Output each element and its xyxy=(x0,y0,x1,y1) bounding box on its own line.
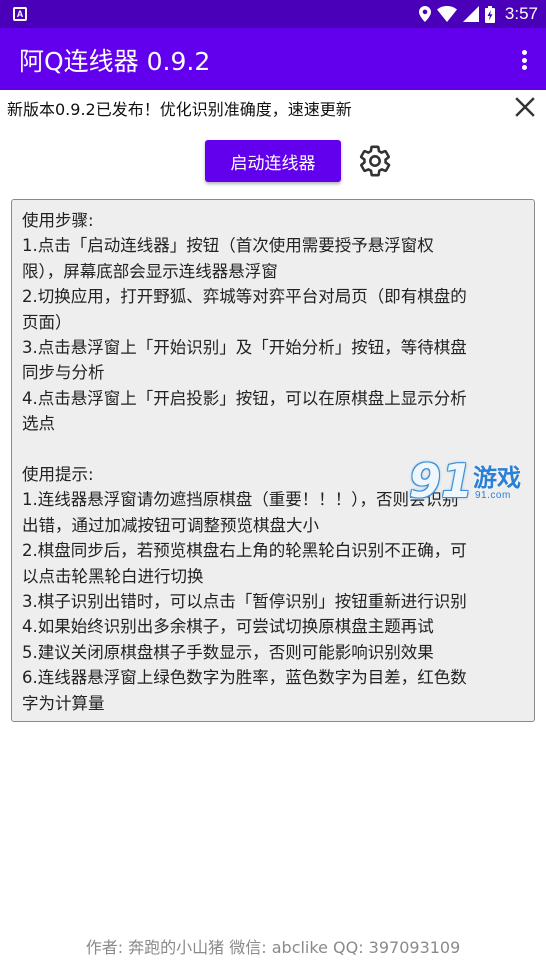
instruction-line: 2.棋盘同步后，若预览棋盘右上角的轮黑轮白识别不正确，可 xyxy=(22,541,467,561)
location-icon xyxy=(418,6,431,22)
instruction-line: 6.连线器悬浮窗上绿色数字为胜率，蓝色数字为目差，红色数 xyxy=(22,668,467,688)
wifi-icon xyxy=(436,6,457,22)
instruction-line: 限），屏幕底部会显示连线器悬浮窗 xyxy=(22,261,278,281)
update-notice-text: 新版本0.9.2已发布！优化识别准确度，速速更新 xyxy=(7,100,352,119)
gear-icon[interactable] xyxy=(358,144,392,178)
instruction-blank-line xyxy=(22,437,522,462)
instruction-line: 出错，通过加减按钮可调整预览棋盘大小 xyxy=(22,515,319,535)
status-time: 3:57 xyxy=(504,4,538,23)
instruction-line: 3.棋子识别出错时，可以点击「暂停识别」按钮重新进行识别 xyxy=(22,592,467,612)
instruction-line: 3.点击悬浮窗上「开始识别」及「开始分析」按钮，等待棋盘 xyxy=(22,338,467,358)
start-connector-button[interactable]: 启动连线器 xyxy=(205,140,341,182)
app-bar: 阿Q连线器 0.9.2 xyxy=(0,28,546,90)
instruction-line: 4.点击悬浮窗上「开启投影」按钮，可以在原棋盘上显示分析 xyxy=(22,388,467,408)
instruction-line: 4.如果始终识别出多余棋子，可尝试切换原棋盘主题再试 xyxy=(22,617,434,637)
instruction-line: 以点击轮黑轮白进行切换 xyxy=(22,566,204,586)
battery-charging-icon xyxy=(484,5,495,23)
app-notification-icon: A xyxy=(13,7,27,21)
instruction-line: 2.切换应用，打开野狐、弈城等对弈平台对局页（即有棋盘的 xyxy=(22,287,467,307)
instruction-line: 同步与分析 xyxy=(22,363,105,383)
signal-icon xyxy=(462,6,479,22)
instruction-line: 使用提示: xyxy=(22,465,94,485)
instruction-line: 1.点击「启动连线器」按钮（首次使用需要授予悬浮窗权 xyxy=(22,236,434,256)
instructions-panel: 使用步骤: 1.点击「启动连线器」按钮（首次使用需要授予悬浮窗权 限），屏幕底部… xyxy=(11,199,535,722)
instruction-line: 字为计算量 xyxy=(22,693,105,713)
instruction-line: 使用步骤: xyxy=(22,211,94,230)
instruction-line: 选点 xyxy=(22,414,55,434)
app-title: 阿Q连线器 0.9.2 xyxy=(19,47,211,76)
author-footer: 作者: 奔跑的小山猪 微信: abclike QQ: 397093109 xyxy=(85,938,461,957)
instruction-line: 5.建议关闭原棋盘棋子手数显示，否则可能影响识别效果 xyxy=(22,642,434,662)
status-bar: A 3:57 xyxy=(0,0,546,28)
status-icons: 3:57 xyxy=(418,0,538,28)
close-icon[interactable] xyxy=(514,96,536,118)
instruction-line: 1.连线器悬浮窗请勿遮挡原棋盘（重要！！！），否则会识别 xyxy=(22,490,459,510)
instruction-line: 页面） xyxy=(22,312,72,332)
more-vert-icon[interactable] xyxy=(516,48,532,72)
